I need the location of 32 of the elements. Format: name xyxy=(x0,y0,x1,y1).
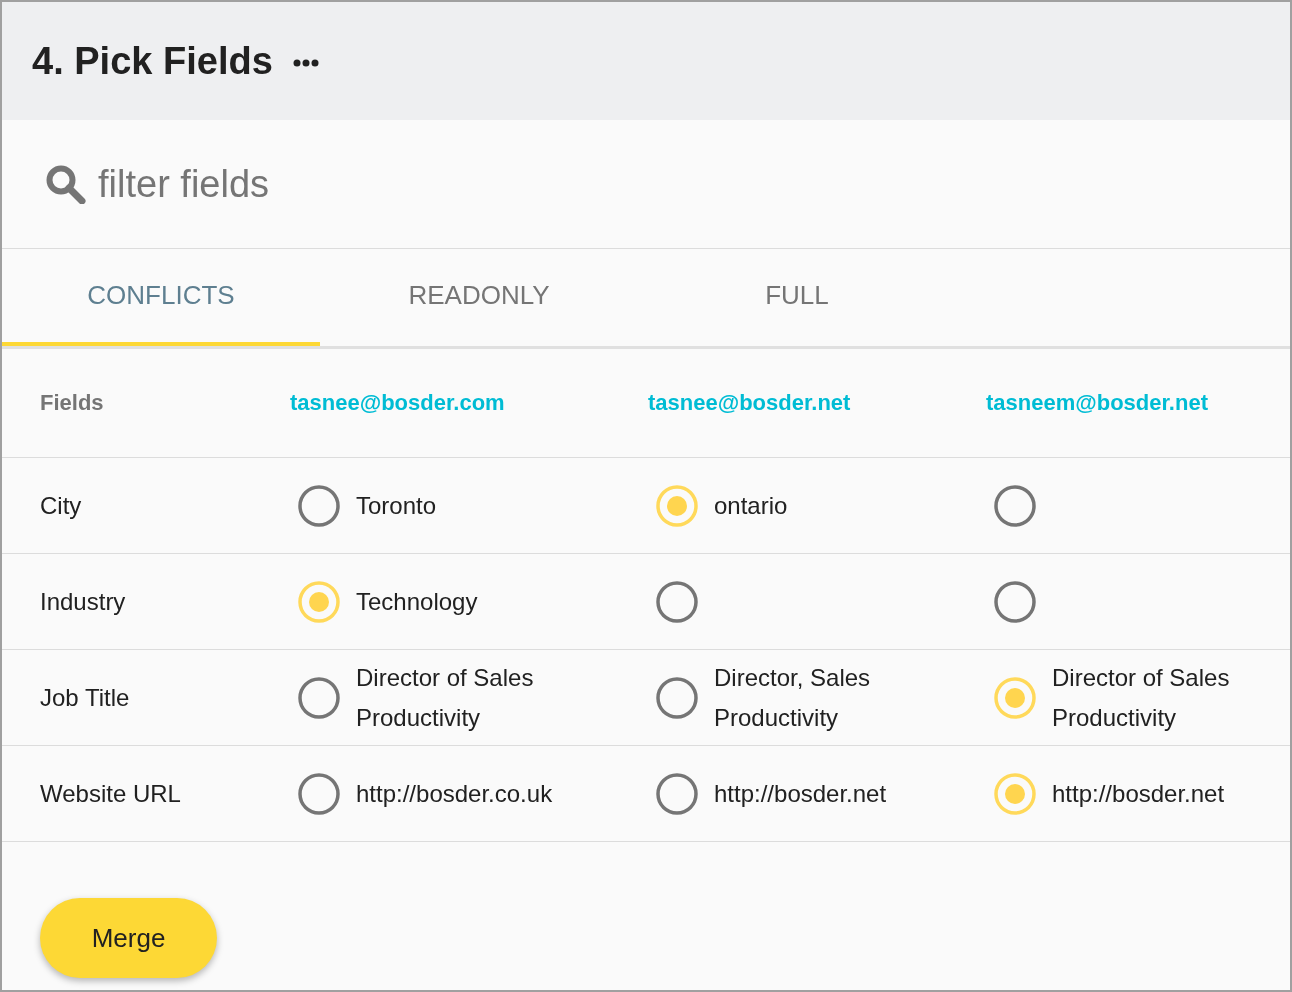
tab[interactable]: READONLY xyxy=(320,249,638,346)
option-label: Director of Sales Productivity xyxy=(356,663,534,731)
tab[interactable]: FULL xyxy=(638,249,956,346)
field-label: City xyxy=(40,491,82,519)
more-icon[interactable] xyxy=(292,59,319,67)
radio-button[interactable] xyxy=(656,676,698,719)
radio-button[interactable] xyxy=(298,772,340,815)
radio-button[interactable] xyxy=(656,580,698,623)
option-label: ontario xyxy=(714,491,788,519)
option-label: http://bosder.co.uk xyxy=(356,779,553,807)
option-label: Technology xyxy=(356,587,478,615)
radio-button[interactable] xyxy=(994,580,1036,623)
radio-button[interactable] xyxy=(656,772,698,815)
column-header: Fields xyxy=(40,390,104,415)
option-label: http://bosder.net xyxy=(1052,779,1225,807)
field-label: Website URL xyxy=(40,779,181,807)
merge-button[interactable]: Merge xyxy=(40,898,217,978)
option-label: Director of Sales Productivity xyxy=(1052,663,1230,731)
search-field[interactable]: filter fields xyxy=(98,162,698,206)
option-label: http://bosder.net xyxy=(714,779,887,807)
field-label: Job Title xyxy=(40,683,130,711)
radio-button[interactable] xyxy=(298,676,340,719)
column-header: tasnee@bosder.com xyxy=(290,390,505,415)
radio-button[interactable] xyxy=(298,484,340,527)
option-label: Director, Sales Productivity xyxy=(714,663,871,731)
field-label: Industry xyxy=(40,587,126,615)
column-header: tasneem@bosder.net xyxy=(986,390,1208,415)
page-title: 4. Pick Fields xyxy=(32,39,273,83)
option-label: Toronto xyxy=(356,491,437,519)
radio-button[interactable] xyxy=(994,484,1036,527)
search-icon xyxy=(46,164,86,204)
column-header: tasnee@bosder.net xyxy=(648,390,851,415)
